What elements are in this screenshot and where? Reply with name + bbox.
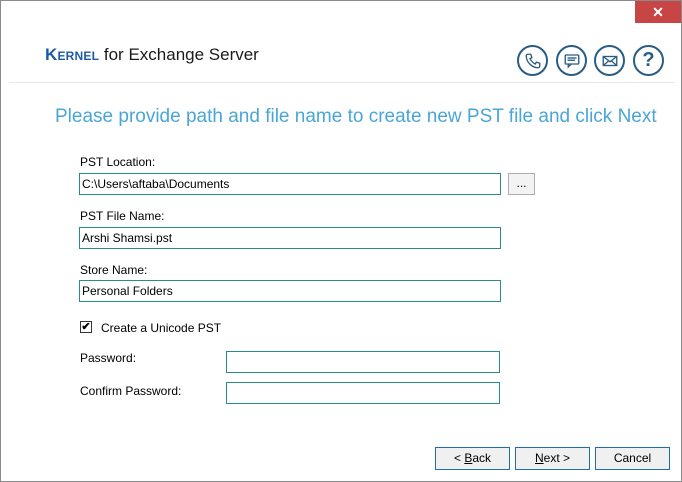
password-label: Password: bbox=[80, 351, 137, 365]
confirm-password-input[interactable] bbox=[226, 382, 500, 404]
cancel-button[interactable]: Cancel bbox=[595, 447, 670, 470]
next-mnemonic: N bbox=[534, 451, 544, 465]
close-button[interactable]: ✕ bbox=[635, 1, 681, 23]
brand-product: for Exchange Server bbox=[99, 45, 259, 64]
brand-kernel: Kernel bbox=[45, 45, 100, 64]
pst-file-name-input[interactable]: Arshi Shamsi.pst bbox=[79, 227, 501, 249]
next-button[interactable]: Next > bbox=[515, 447, 590, 470]
pst-location-label: PST Location: bbox=[80, 155, 156, 169]
help-glyph: ? bbox=[642, 49, 655, 71]
back-prefix: < bbox=[453, 451, 465, 465]
store-name-input[interactable]: Personal Folders bbox=[79, 280, 501, 302]
wizard-window: ✕ Kernel for Exchange Server ? Please pr… bbox=[0, 0, 682, 482]
pst-location-input[interactable]: C:\Users\aftaba\Documents bbox=[79, 173, 501, 195]
unicode-pst-checkbox[interactable]: ✔ bbox=[80, 321, 92, 333]
browse-button[interactable]: ... bbox=[508, 173, 535, 195]
back-button[interactable]: < Back bbox=[435, 447, 510, 470]
brand-logo: Kernel for Exchange Server bbox=[45, 45, 259, 65]
unicode-pst-label: Create a Unicode PST bbox=[101, 321, 222, 335]
store-name-label: Store Name: bbox=[80, 263, 148, 277]
instruction-text: Please provide path and file name to cre… bbox=[55, 106, 657, 127]
back-rest: ack bbox=[472, 451, 492, 465]
pst-file-name-label: PST File Name: bbox=[80, 209, 165, 223]
password-input[interactable] bbox=[226, 351, 500, 373]
close-icon: ✕ bbox=[652, 3, 664, 20]
title-bar: ✕ bbox=[1, 1, 681, 31]
chat-icon[interactable] bbox=[556, 45, 587, 76]
phone-icon[interactable] bbox=[517, 45, 548, 76]
header: Kernel for Exchange Server ? bbox=[9, 31, 675, 83]
next-rest: ext > bbox=[543, 451, 571, 465]
mail-icon[interactable] bbox=[594, 45, 625, 76]
help-icon[interactable]: ? bbox=[633, 45, 664, 76]
confirm-password-label: Confirm Password: bbox=[80, 384, 182, 398]
